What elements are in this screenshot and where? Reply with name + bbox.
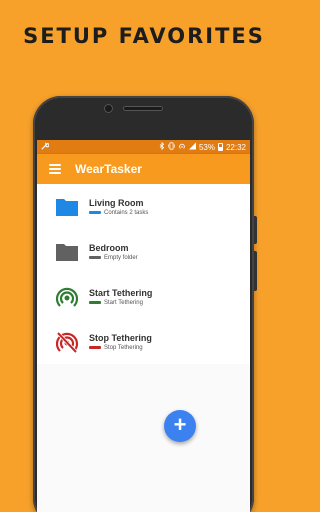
list-item[interactable]: Bedroom Empty folder <box>37 229 250 274</box>
item-title: Bedroom <box>89 242 129 253</box>
wrench-icon <box>41 142 50 152</box>
status-bar: 53% 22:32 <box>37 140 250 154</box>
folder-icon <box>55 240 79 264</box>
volume-button <box>254 251 257 291</box>
color-indicator <box>89 256 101 259</box>
clock: 22:32 <box>225 142 246 152</box>
screen: 53% 22:32 WearTasker Living Room Contain… <box>37 140 250 512</box>
power-button <box>254 216 257 244</box>
list-item[interactable]: Living Room Contains 2 tasks <box>37 184 250 229</box>
battery-icon <box>217 143 223 151</box>
add-icon: + <box>173 412 187 437</box>
favorites-list: Living Room Contains 2 tasks Bedroom Emp… <box>37 184 250 364</box>
list-item[interactable]: Stop Tethering Stop Tethering <box>37 319 250 364</box>
color-indicator <box>89 211 101 214</box>
bluetooth-icon <box>159 141 165 152</box>
hotspot-icon <box>55 285 79 309</box>
item-title: Stop Tethering <box>89 332 152 343</box>
headline: SETUP FAVORITES <box>23 24 265 48</box>
signal-icon <box>188 142 196 152</box>
item-title: Living Room <box>89 197 144 208</box>
item-subtitle: Contains 2 tasks <box>104 209 149 216</box>
list-item[interactable]: Start Tethering Start Tethering <box>37 274 250 319</box>
hotspot-off-icon <box>55 330 79 354</box>
hotspot-icon <box>178 142 186 152</box>
vibrate-icon <box>168 142 175 152</box>
hamburger-icon[interactable] <box>49 164 61 174</box>
item-subtitle: Stop Tethering <box>104 344 143 351</box>
earpiece <box>123 106 163 111</box>
color-indicator <box>89 301 101 304</box>
app-bar: WearTasker <box>37 154 250 184</box>
item-title: Start Tethering <box>89 287 153 298</box>
phone-frame: 53% 22:32 WearTasker Living Room Contain… <box>33 96 257 512</box>
add-button[interactable]: + <box>164 410 196 442</box>
app-title: WearTasker <box>75 162 142 176</box>
item-subtitle: Empty folder <box>104 254 138 261</box>
item-subtitle: Start Tethering <box>104 299 143 306</box>
camera <box>104 104 113 113</box>
folder-icon <box>55 195 79 219</box>
color-indicator <box>89 346 101 349</box>
battery-percent: 53% <box>198 142 215 152</box>
